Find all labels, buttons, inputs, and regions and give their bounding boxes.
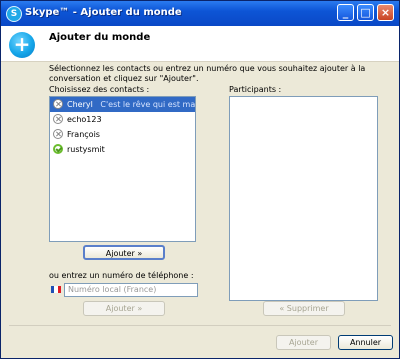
contact-mood: C'est le rêve qui est ma vie r...: [100, 100, 195, 109]
participants-label: Participants :: [229, 85, 282, 94]
add-people-icon: +: [9, 32, 35, 58]
minimize-button[interactable]: _: [337, 4, 354, 21]
window-title: Skype™ - Ajouter du monde: [25, 7, 182, 18]
contact-cheryl[interactable]: Cheryl C'est le rêve qui est ma vie r...: [50, 97, 195, 112]
contact-name: François: [67, 130, 100, 139]
offline-status-icon: [53, 114, 63, 124]
add-contact-button[interactable]: Ajouter »: [83, 245, 165, 260]
cancel-button[interactable]: Annuler: [338, 335, 393, 350]
contacts-label: Choisissez des contacts :: [49, 85, 150, 94]
contact-francois[interactable]: François: [50, 127, 195, 142]
footer-separator: [9, 325, 391, 326]
dialog-header: + Ajouter du monde: [1, 26, 399, 62]
contact-name: rustysmit: [67, 145, 105, 154]
close-button[interactable]: ×: [377, 4, 394, 21]
contact-name: Cheryl: [67, 100, 93, 109]
france-flag-icon: [51, 286, 61, 293]
add-people-dialog: S Skype™ - Ajouter du monde _ □ × + Ajou…: [0, 0, 400, 359]
contact-echo123[interactable]: echo123: [50, 112, 195, 127]
offline-status-icon: [53, 99, 63, 109]
contact-name: echo123: [67, 115, 102, 124]
offline-status-icon: [53, 129, 63, 139]
title-bar: S Skype™ - Ajouter du monde _ □ ×: [1, 1, 399, 26]
phone-number-input[interactable]: Numéro local (France): [64, 283, 198, 297]
phone-label: ou entrez un numéro de téléphone :: [49, 271, 194, 280]
online-status-icon: [53, 144, 63, 154]
skype-logo-icon: S: [6, 6, 22, 22]
maximize-button[interactable]: □: [357, 4, 374, 21]
footer-add-button[interactable]: Ajouter: [276, 335, 331, 350]
dialog-title: Ajouter du monde: [49, 32, 151, 43]
remove-participant-button[interactable]: « Supprimer: [263, 301, 345, 316]
contacts-list[interactable]: Cheryl C'est le rêve qui est ma vie r...…: [49, 96, 196, 242]
participants-list[interactable]: [229, 96, 378, 301]
instructions-text: Sélectionnez les contacts ou entrez un n…: [49, 64, 366, 83]
contact-rustysmit[interactable]: rustysmit: [50, 142, 195, 157]
flag-red-stripe: [57, 286, 61, 293]
add-phone-button[interactable]: Ajouter »: [83, 301, 165, 316]
